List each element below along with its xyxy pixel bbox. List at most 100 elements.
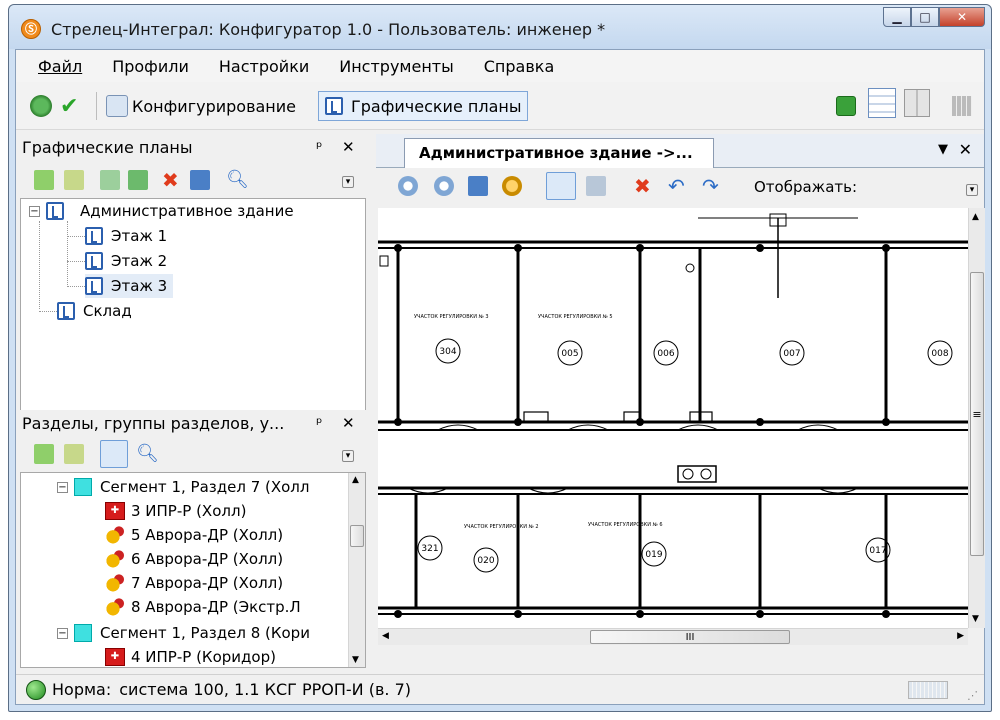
layout-columns-button[interactable] bbox=[904, 89, 930, 117]
scroll-thumb[interactable] bbox=[350, 525, 364, 547]
checkmark-icon: ✔ bbox=[60, 93, 79, 119]
zoom-in-icon[interactable] bbox=[434, 176, 454, 196]
add-section-icon[interactable] bbox=[34, 444, 54, 464]
window-title: Стрелец-Интеграл: Конфигуратор 1.0 - Пол… bbox=[51, 20, 606, 39]
scroll-left-icon[interactable]: ◀ bbox=[382, 631, 389, 641]
scroll-up-icon[interactable]: ▲ bbox=[972, 212, 979, 222]
document-tab[interactable]: Административное здание ->... bbox=[404, 138, 714, 168]
close-pane-icon[interactable]: ✕ bbox=[342, 138, 355, 156]
manual-call-point-icon: ✚ bbox=[105, 648, 125, 666]
tab-list-icon[interactable]: ▼ bbox=[938, 142, 948, 157]
grid-icon bbox=[952, 96, 972, 116]
menu-bar: Файл Профили Настройки Инструменты Справ… bbox=[16, 50, 984, 82]
room-label: 020 bbox=[477, 556, 494, 566]
close-tab-icon[interactable]: ✕ bbox=[959, 140, 972, 159]
client-area: Файл Профили Настройки Инструменты Справ… bbox=[15, 49, 985, 705]
tree-node-segment[interactable]: − Сегмент 1, Раздел 7 (Холл bbox=[57, 475, 309, 499]
collapse-icon[interactable]: − bbox=[57, 627, 68, 639]
detector-icon bbox=[105, 526, 125, 544]
status-bar: Норма: система 100, 1.1 КСГ РРОП-И (в. 7… bbox=[16, 674, 984, 704]
display-label: Отображать: bbox=[754, 178, 858, 196]
overflow-icon[interactable]: ▾ bbox=[966, 184, 978, 196]
title-bar[interactable]: Ⓢ Стрелец-Интеграл: Конфигуратор 1.0 - П… bbox=[9, 5, 991, 49]
refresh-view-button[interactable] bbox=[836, 93, 860, 119]
maximize-button[interactable]: □ bbox=[911, 7, 939, 27]
overflow-icon[interactable]: ▾ bbox=[342, 176, 354, 188]
tree-node-segment[interactable]: − Сегмент 1, Раздел 8 (Кори bbox=[57, 621, 310, 645]
tree-node-detector[interactable]: 5 Аврора-ДР (Холл) bbox=[105, 523, 283, 547]
tree-label: Этаж 1 bbox=[111, 227, 168, 245]
hierarchy-toggle-icon[interactable] bbox=[100, 440, 128, 468]
add-child-icon[interactable] bbox=[64, 170, 84, 190]
menu-profiles[interactable]: Профили bbox=[112, 57, 189, 76]
status-ok-icon bbox=[26, 679, 46, 700]
tree-node-floor-2[interactable]: Этаж 2 bbox=[85, 249, 167, 273]
floor-plan-canvas[interactable]: 304 005 006 007 008 321 020 019 017 УЧАС… bbox=[378, 208, 968, 628]
scroll-right-icon[interactable]: ▶ bbox=[957, 631, 964, 641]
tree-node-floor-1[interactable]: Этаж 1 bbox=[85, 224, 167, 248]
pin-icon[interactable]: ᵖ bbox=[316, 138, 322, 156]
polygon-mode-icon[interactable] bbox=[586, 176, 606, 196]
menu-tools[interactable]: Инструменты bbox=[339, 57, 454, 76]
delete-icon[interactable]: ✖ bbox=[634, 176, 654, 196]
close-window-button[interactable]: ✕ bbox=[939, 7, 985, 27]
minimize-button[interactable]: ▁ bbox=[883, 7, 911, 27]
menu-file[interactable]: Файл bbox=[38, 57, 82, 76]
room-label: 006 bbox=[657, 349, 674, 359]
tree-label: Этаж 2 bbox=[111, 252, 168, 270]
sections-scrollbar[interactable]: ▲ ▼ bbox=[348, 473, 365, 667]
tree-node-detector[interactable]: 7 Аврора-ДР (Холл) bbox=[105, 571, 283, 595]
tree-node-ipr[interactable]: ✚ 4 ИПР-Р (Коридор) bbox=[105, 645, 276, 667]
app-window: Ⓢ Стрелец-Интеграл: Конфигуратор 1.0 - П… bbox=[8, 4, 992, 712]
add-group-icon[interactable] bbox=[64, 444, 84, 464]
select-mode-icon[interactable] bbox=[546, 172, 576, 200]
scroll-down-icon[interactable]: ▼ bbox=[972, 614, 979, 624]
scroll-thumb[interactable]: ≡ bbox=[970, 272, 984, 556]
canvas-vertical-scrollbar[interactable]: ▲ ≡ ▼ bbox=[968, 208, 985, 628]
configure-label: Конфигурирование bbox=[132, 96, 296, 116]
resize-grip-icon[interactable]: ⋰ bbox=[967, 689, 978, 702]
room-caption: УЧАСТОК РЕГУЛИРОВКИ № 2 bbox=[464, 524, 539, 530]
plans-tab-button[interactable]: Графические планы bbox=[318, 91, 529, 121]
tree-node-floor-3[interactable]: Этаж 3 bbox=[85, 274, 174, 298]
add-object-icon[interactable] bbox=[100, 170, 120, 190]
search-icon[interactable]: 🔍︎ bbox=[226, 170, 249, 190]
sections-pane-title: Разделы, группы разделов, у... bbox=[22, 413, 285, 433]
redo-icon[interactable]: ↷ bbox=[702, 176, 722, 196]
fit-to-window-icon[interactable] bbox=[468, 176, 488, 196]
search-icon[interactable]: 🔍︎ bbox=[136, 444, 159, 464]
menu-help[interactable]: Справка bbox=[484, 57, 555, 76]
collapse-icon[interactable]: − bbox=[29, 205, 40, 217]
undo-icon[interactable]: ↶ bbox=[668, 176, 688, 196]
tree-node-detector[interactable]: 6 Аврора-ДР (Холл) bbox=[105, 547, 283, 571]
link-icon[interactable] bbox=[128, 170, 148, 190]
collapse-icon[interactable]: − bbox=[57, 481, 68, 493]
configure-tab-button[interactable]: Конфигурирование bbox=[106, 93, 296, 119]
grid-view-button[interactable] bbox=[952, 93, 972, 119]
zoom-select-icon[interactable] bbox=[502, 176, 522, 196]
close-pane-icon[interactable]: ✕ bbox=[342, 414, 355, 432]
tree-node-detector[interactable]: 8 Аврора-ДР (Экстр.Л bbox=[105, 595, 301, 619]
tree-node-warehouse[interactable]: Склад bbox=[57, 299, 132, 323]
apply-button[interactable]: ✔ bbox=[60, 93, 78, 119]
canvas-horizontal-scrollbar[interactable]: ◀ III ▶ bbox=[378, 628, 968, 645]
pin-icon[interactable]: ᵖ bbox=[316, 414, 322, 432]
scroll-thumb[interactable]: III bbox=[590, 630, 790, 644]
delete-icon[interactable]: ✖ bbox=[162, 170, 182, 190]
room-label: 019 bbox=[645, 550, 662, 560]
sync-button[interactable] bbox=[30, 93, 56, 119]
edit-icon[interactable] bbox=[190, 170, 210, 190]
zoom-out-icon[interactable] bbox=[398, 176, 418, 196]
minimize-icon: ▁ bbox=[892, 10, 902, 24]
plan-icon bbox=[85, 277, 103, 295]
scroll-up-icon[interactable]: ▲ bbox=[352, 475, 359, 485]
configure-icon bbox=[106, 95, 128, 117]
add-plan-icon[interactable] bbox=[34, 170, 54, 190]
tree-node-ipr[interactable]: ✚ 3 ИПР-Р (Холл) bbox=[105, 499, 246, 523]
overflow-icon[interactable]: ▾ bbox=[342, 450, 354, 462]
menu-settings[interactable]: Настройки bbox=[219, 57, 309, 76]
tree-node-building[interactable]: − Административное здание bbox=[29, 199, 294, 223]
layout-stacked-button[interactable] bbox=[868, 88, 896, 118]
scroll-down-icon[interactable]: ▼ bbox=[352, 655, 359, 665]
plan-toolbar: ✖ ↶ ↷ Отображать: ▾ bbox=[376, 168, 984, 206]
